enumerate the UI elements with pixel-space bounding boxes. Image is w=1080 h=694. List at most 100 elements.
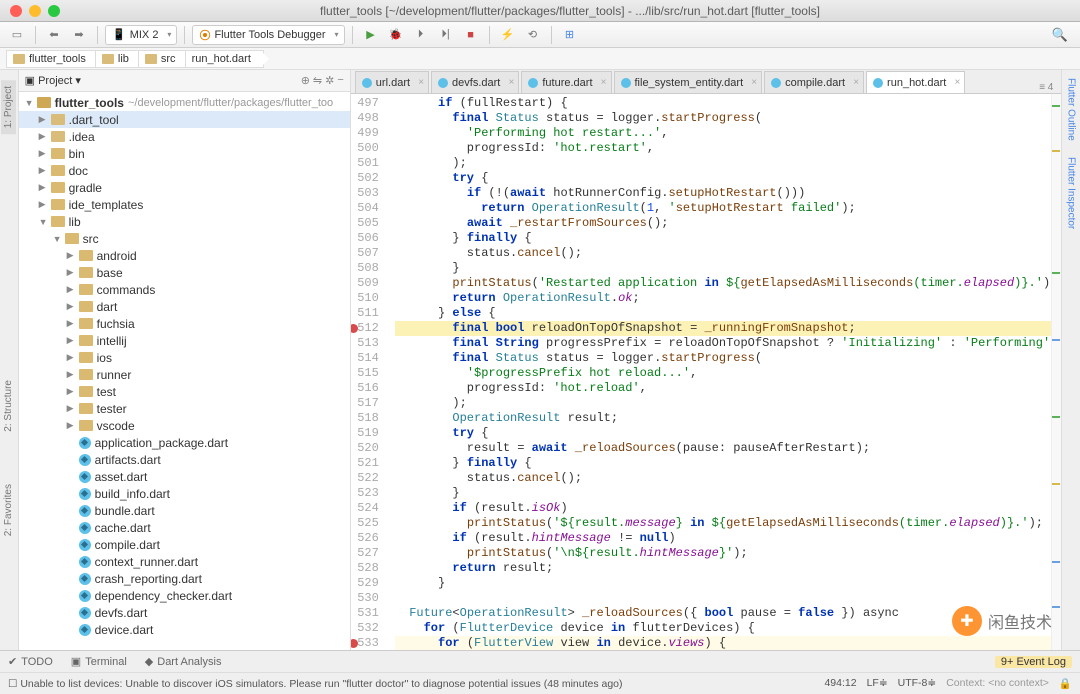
- tree-item[interactable]: application_package.dart: [19, 434, 350, 451]
- tree-item[interactable]: device.dart: [19, 621, 350, 638]
- close-tab-icon[interactable]: ×: [418, 77, 424, 88]
- tree-item[interactable]: ▶intellij: [19, 332, 350, 349]
- coverage-icon[interactable]: ⏵: [410, 25, 432, 45]
- tree-item[interactable]: ▼src: [19, 230, 350, 247]
- forward-icon[interactable]: ➡: [68, 25, 90, 45]
- terminal-tab[interactable]: ▣ Terminal: [71, 655, 127, 668]
- tree-item[interactable]: ▶commands: [19, 281, 350, 298]
- debug-icon[interactable]: 🐞: [385, 25, 407, 45]
- project-tree[interactable]: ▼flutter_tools ~/development/flutter/pac…: [19, 92, 350, 650]
- window-titlebar: flutter_tools [~/development/flutter/pac…: [0, 0, 1080, 22]
- code-editor[interactable]: if (fullRestart) { final Status status =…: [391, 94, 1062, 650]
- tree-item[interactable]: context_runner.dart: [19, 553, 350, 570]
- editor-tab[interactable]: file_system_entity.dart×: [614, 71, 763, 93]
- tree-item[interactable]: devfs.dart: [19, 604, 350, 621]
- error-stripe[interactable]: [1051, 94, 1061, 650]
- tree-item[interactable]: ▶android: [19, 247, 350, 264]
- status-message: Unable to list devices: Unable to discov…: [20, 678, 622, 690]
- todo-tab[interactable]: ✔ TODO: [8, 655, 53, 668]
- maximize-icon[interactable]: [48, 5, 60, 17]
- tree-item[interactable]: ▼flutter_tools ~/development/flutter/pac…: [19, 94, 350, 111]
- warn-icon: ☐: [8, 678, 17, 690]
- hide-icon[interactable]: −: [337, 74, 343, 87]
- tree-item[interactable]: artifacts.dart: [19, 451, 350, 468]
- collapse-icon[interactable]: ⇋: [313, 74, 322, 87]
- tree-item[interactable]: ▶bin: [19, 145, 350, 162]
- minimize-icon[interactable]: [29, 5, 41, 17]
- close-tab-icon[interactable]: ×: [601, 77, 607, 88]
- favorites-tool-tab[interactable]: 2: Favorites: [1, 478, 16, 542]
- tree-item[interactable]: bundle.dart: [19, 502, 350, 519]
- hot-restart-icon[interactable]: ⟲: [522, 25, 544, 45]
- search-icon[interactable]: 🔍: [1052, 27, 1068, 43]
- tree-item[interactable]: ▶vscode: [19, 417, 350, 434]
- tree-item[interactable]: ▶dart: [19, 298, 350, 315]
- back-icon[interactable]: ⬅: [43, 25, 65, 45]
- open-icon[interactable]: ▭: [6, 25, 28, 45]
- editor-tab[interactable]: run_hot.dart×: [866, 71, 965, 93]
- project-view-select[interactable]: ▣ Project ▾: [25, 74, 81, 87]
- watermark: ✚闲鱼技术: [952, 606, 1052, 636]
- device-select[interactable]: 📱 MIX 2: [105, 25, 177, 45]
- structure-tool-tab[interactable]: 2: Structure: [1, 374, 16, 438]
- tree-item[interactable]: ▶tester: [19, 400, 350, 417]
- tree-item[interactable]: ▶ide_templates: [19, 196, 350, 213]
- tree-item[interactable]: ▶runner: [19, 366, 350, 383]
- tree-item[interactable]: ▶ios: [19, 349, 350, 366]
- flutter-outline-tab[interactable]: Flutter Outline: [1062, 70, 1079, 149]
- tree-item[interactable]: ▶base: [19, 264, 350, 281]
- editor-tab[interactable]: url.dart×: [355, 71, 429, 93]
- window-title: flutter_tools [~/development/flutter/pac…: [60, 4, 1080, 18]
- context-indicator[interactable]: Context: <no context>: [946, 677, 1049, 690]
- encoding[interactable]: UTF-8≑: [898, 677, 937, 690]
- bottom-tool-strip: ✔ TODO ▣ Terminal ◆ Dart Analysis 9+ Eve…: [0, 650, 1080, 672]
- line-sep[interactable]: LF≑: [867, 677, 888, 690]
- tree-item[interactable]: cache.dart: [19, 519, 350, 536]
- tree-item[interactable]: dependency_checker.dart: [19, 587, 350, 604]
- breadcrumb-bar: flutter_tools lib src run_hot.dart: [0, 48, 1080, 70]
- stop-icon[interactable]: ■: [460, 25, 482, 45]
- close-tab-icon[interactable]: ×: [955, 77, 961, 88]
- scroll-from-icon[interactable]: ⊕: [301, 74, 310, 87]
- close-tab-icon[interactable]: ×: [853, 77, 859, 88]
- more-tabs[interactable]: ≡ 4: [1031, 82, 1061, 93]
- run-icon[interactable]: ▶: [360, 25, 382, 45]
- right-tool-strip: Flutter Outline Flutter Inspector: [1061, 70, 1080, 650]
- close-tab-icon[interactable]: ×: [509, 77, 515, 88]
- tree-item[interactable]: build_info.dart: [19, 485, 350, 502]
- tree-item[interactable]: ▶test: [19, 383, 350, 400]
- tree-item[interactable]: ▼lib: [19, 213, 350, 230]
- left-tool-strip: 1: Project 2: Structure 2: Favorites: [0, 70, 19, 650]
- line-gutter[interactable]: 4974984995005015025035045055065075085095…: [351, 94, 391, 650]
- editor-tab[interactable]: future.dart×: [521, 71, 611, 93]
- flutter-inspector-tab[interactable]: Flutter Inspector: [1062, 149, 1079, 237]
- tree-item[interactable]: compile.dart: [19, 536, 350, 553]
- tree-item[interactable]: ▶gradle: [19, 179, 350, 196]
- close-tab-icon[interactable]: ×: [751, 77, 757, 88]
- caret-position[interactable]: 494:12: [824, 677, 856, 690]
- tree-item[interactable]: crash_reporting.dart: [19, 570, 350, 587]
- tree-item[interactable]: ▶doc: [19, 162, 350, 179]
- run-config-select[interactable]: ⦿ Flutter Tools Debugger: [192, 25, 344, 45]
- dart-analysis-tab[interactable]: ◆ Dart Analysis: [145, 655, 222, 668]
- hot-reload-icon[interactable]: ⚡: [497, 25, 519, 45]
- breadcrumb[interactable]: lib: [95, 50, 142, 68]
- tree-item[interactable]: asset.dart: [19, 468, 350, 485]
- breadcrumb[interactable]: flutter_tools: [6, 50, 99, 68]
- lock-icon[interactable]: 🔒: [1059, 677, 1072, 690]
- project-tool-tab[interactable]: 1: Project: [1, 80, 16, 134]
- devtools-icon[interactable]: ⊞: [559, 25, 581, 45]
- project-panel: ▣ Project ▾ ⊕ ⇋ ✲ − ▼flutter_tools ~/dev…: [19, 70, 351, 650]
- tree-item[interactable]: ▶.dart_tool: [19, 111, 350, 128]
- gear-icon[interactable]: ✲: [325, 74, 334, 87]
- editor-tab[interactable]: compile.dart×: [764, 71, 864, 93]
- breadcrumb[interactable]: run_hot.dart: [185, 50, 264, 68]
- tree-item[interactable]: ▶fuchsia: [19, 315, 350, 332]
- event-log-badge[interactable]: 9+ Event Log: [995, 656, 1072, 668]
- breadcrumb[interactable]: src: [138, 50, 189, 68]
- editor-tabs: url.dart×devfs.dart×future.dart×file_sys…: [351, 70, 1062, 94]
- editor-tab[interactable]: devfs.dart×: [431, 71, 519, 93]
- tree-item[interactable]: ▶.idea: [19, 128, 350, 145]
- close-icon[interactable]: [10, 5, 22, 17]
- attach-icon[interactable]: ⏵|: [435, 25, 457, 45]
